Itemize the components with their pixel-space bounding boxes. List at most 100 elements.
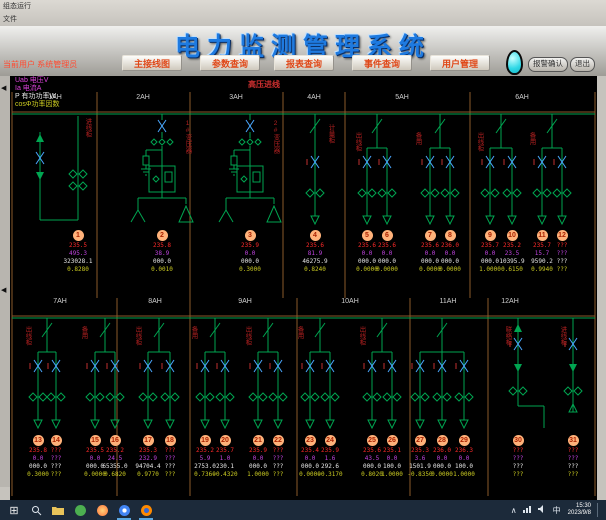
app-icon-scada-runtime[interactable] <box>138 502 154 518</box>
feeder-readout: 24235.91.6292.6-0.3170 <box>312 429 348 479</box>
bay-label: 1AH <box>48 94 62 101</box>
network-icon[interactable] <box>523 505 532 515</box>
power-value: ??? <box>544 258 580 266</box>
readout-number: 29 <box>459 435 470 446</box>
bay-label: 9AH <box>238 298 252 305</box>
feeder-label: 出线柜 <box>24 326 31 346</box>
readout-number: 6 <box>382 230 393 241</box>
voltage-value: 235.6 <box>369 242 405 250</box>
bay-label: 7AH <box>53 298 67 305</box>
power-factor-value: 0.0000 <box>432 266 468 274</box>
input-method-icon[interactable]: 中 <box>553 505 561 516</box>
menu-file[interactable]: 文件 <box>3 14 17 24</box>
alarm-ack-button[interactable]: 报警确认 <box>528 57 568 72</box>
app-icon-browser-orange[interactable] <box>94 502 110 518</box>
app-icon-green[interactable] <box>72 502 88 518</box>
current-value: ??? <box>544 250 580 258</box>
readout-number: 22 <box>273 435 284 446</box>
power-factor-value: 0.0010 <box>144 266 180 274</box>
app-icon-browser-blue[interactable] <box>116 502 132 518</box>
current-value: ??? <box>500 455 536 463</box>
voltage-value: ??? <box>38 447 74 455</box>
readout-number: 14 <box>51 435 62 446</box>
feeder-label: 联络柜 <box>504 326 511 346</box>
tray-expand-icon[interactable]: ∧ <box>511 506 517 515</box>
readout-number: 30 <box>513 435 524 446</box>
power-value: 292.6 <box>312 463 348 471</box>
search-icon[interactable] <box>28 502 44 518</box>
clock[interactable]: 15:30 2023/9/8 <box>568 503 591 517</box>
power-factor-value: 0.6820 <box>97 471 133 479</box>
nav-user-management-button[interactable]: 用户管理 <box>430 55 490 71</box>
feeder-readout: 3235.90.0000.00.3000 <box>232 224 268 274</box>
power-value: 65355.0 <box>97 463 133 471</box>
readout-number: 10 <box>507 230 518 241</box>
file-explorer-icon[interactable] <box>50 502 66 518</box>
feeder-readout: 2235.838.9000.00.0010 <box>144 224 180 274</box>
voltage-value: ??? <box>152 447 188 455</box>
nav-main-diagram-button[interactable]: 主接线图 <box>122 55 182 71</box>
bay-label: 8AH <box>148 298 162 305</box>
feeder-label: 备用 <box>528 132 535 145</box>
readout-number: 8 <box>445 230 456 241</box>
readout-number: 20 <box>220 435 231 446</box>
bay-label: 2AH <box>136 94 150 101</box>
feeder-readout: 29236.30.0100.01.0000 <box>446 429 482 479</box>
current-value: ??? <box>152 455 188 463</box>
power-value: ??? <box>500 463 536 471</box>
diagram-overlay: Uab 电压V Ia 电流A P 有功功率W cosΦ功率因数 高压进线 1AH… <box>10 76 597 500</box>
bay-label: 6AH <box>515 94 529 101</box>
feeder-label: 进线柜 <box>84 118 91 138</box>
current-value: 0.0 <box>232 250 268 258</box>
app-header: 电力监测管理系统 当前用户 系统管理员 主接线图 参数查询 报表查询 事件查询 … <box>0 26 606 77</box>
voltage-value: 235.9 <box>232 242 268 250</box>
power-value: ??? <box>555 463 591 471</box>
power-value: 000.0 <box>432 258 468 266</box>
voltage-value: ??? <box>544 242 580 250</box>
power-factor-value: ??? <box>152 471 188 479</box>
bay-label: 11AH <box>440 298 457 305</box>
current-value: 1.6 <box>312 455 348 463</box>
feeder-readout: 30???????????? <box>500 429 536 479</box>
feeder-readout: 12???????????? <box>544 224 580 274</box>
current-user-label: 当前用户 系统管理员 <box>3 59 77 70</box>
voltage-value: 236.0 <box>432 242 468 250</box>
feeder-label: 备用 <box>296 326 303 339</box>
power-value: 100.0 <box>446 463 482 471</box>
readout-number: 4 <box>310 230 321 241</box>
alarm-lamp-icon <box>506 50 523 75</box>
bay-label: 12AH <box>501 298 519 305</box>
window-title: 组态运行 <box>3 1 31 11</box>
desktop-screen: 组态运行 文件 电力监测管理系统 当前用户 系统管理员 主接线图 参数查询 报表… <box>0 0 606 520</box>
current-value: 0.0 <box>369 250 405 258</box>
power-factor-value: ??? <box>544 266 580 274</box>
readout-number: 26 <box>387 435 398 446</box>
power-value: 323028.1 <box>60 258 96 266</box>
feeder-readout: 8236.00.0000.00.0000 <box>432 224 468 274</box>
nav-report-query-button[interactable]: 报表查询 <box>274 55 334 71</box>
feeder-readout: 31???????????? <box>555 429 591 479</box>
start-button[interactable]: ⊞ <box>6 502 22 518</box>
current-value: 24.5 <box>97 455 133 463</box>
scroll-left-icon[interactable]: ◀ <box>1 286 6 294</box>
power-value: ??? <box>260 463 296 471</box>
taskbar: ⊞ ∧ 中 15:30 2023/9/8 <box>0 500 606 520</box>
notification-center-icon[interactable] <box>597 503 606 517</box>
feeder-readout: 18???????????? <box>152 429 188 479</box>
system-tray: ∧ 中 15:30 2023/9/8 <box>508 500 606 520</box>
power-value: ??? <box>38 463 74 471</box>
nav-event-query-button[interactable]: 事件查询 <box>352 55 412 71</box>
volume-icon[interactable] <box>538 505 547 515</box>
right-window-border <box>597 76 606 500</box>
legend-current: Ia 电流A <box>15 85 41 93</box>
scada-view: Uab 电压V Ia 电流A P 有功功率W cosΦ功率因数 高压进线 1AH… <box>10 76 597 500</box>
bay-label: 3AH <box>229 94 243 101</box>
voltage-value: 235.5 <box>60 242 96 250</box>
exit-button[interactable]: 退出 <box>570 57 595 72</box>
voltage-value: 235.2 <box>97 447 133 455</box>
readout-number: 31 <box>568 435 579 446</box>
scroll-left-icon[interactable]: ◀ <box>1 84 6 92</box>
feeder-readout: 20235.71.0230.1-0.4320 <box>207 429 243 479</box>
feeder-label: 出线柜 <box>358 326 365 346</box>
nav-parameter-query-button[interactable]: 参数查询 <box>200 55 260 71</box>
